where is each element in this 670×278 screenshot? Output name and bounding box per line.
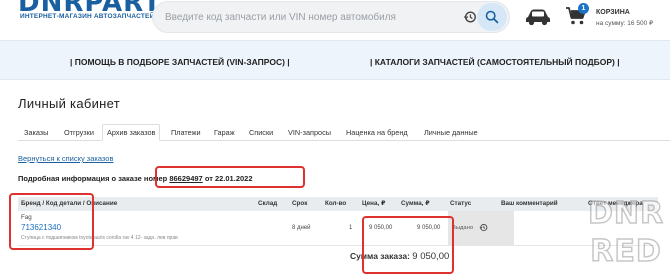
col-status: Статус — [450, 200, 472, 207]
tab-personal-data[interactable]: Личные данные — [424, 124, 478, 141]
row-term: 8 дней — [292, 225, 311, 231]
row-status-text: Выдано — [452, 225, 474, 231]
highlight-order-number — [155, 166, 305, 188]
highlight-price-total — [362, 216, 454, 274]
highlight-part-code — [9, 193, 94, 250]
search-icon — [485, 10, 499, 24]
col-price: Цена, ₽ — [362, 200, 386, 207]
nav-catalogs[interactable]: | КАТАЛОГИ ЗАПЧАСТЕЙ (САМОСТОЯТЕЛЬНЫЙ ПО… — [370, 57, 620, 67]
page-title: Личный кабинет — [18, 96, 121, 111]
col-stock: Склад — [258, 200, 278, 207]
order-info-prefix: Подробная информация о заказе номер — [18, 174, 168, 183]
cart-title[interactable]: КОРЗИНА — [596, 9, 630, 16]
col-sum: Сумма, ₽ — [401, 200, 430, 207]
watermark-line-1: DNR — [587, 195, 665, 232]
status-history-icon[interactable] — [479, 223, 488, 232]
table-header: Бренд / Код детали / Описание Склад Срок… — [18, 197, 658, 211]
watermark-logo: DNR RED — [582, 192, 670, 278]
search-input[interactable] — [165, 2, 455, 32]
back-to-orders-link[interactable]: Вернуться к списку заказов — [18, 154, 113, 163]
tab-brand-markup[interactable]: Наценка на бренд — [346, 124, 408, 141]
tab-garage[interactable]: Гараж — [214, 124, 235, 141]
tab-vin-requests[interactable]: VIN-запросы — [288, 124, 331, 141]
cart-count-badge: 1 — [578, 3, 589, 14]
table-row: Fag 713621340 Ступица с подшипником toyo… — [18, 211, 658, 246]
col-term: Срок — [292, 200, 308, 207]
nav-vin-request[interactable]: | ПОМОЩЬ В ПОДБОРЕ ЗАПЧАСТЕЙ (VIN-ЗАПРОС… — [70, 57, 290, 67]
row-qty: 1 — [349, 225, 353, 231]
account-tabs: Заказы Отгрузки Архив заказов Платежи Га… — [18, 124, 670, 141]
tab-orders-archive[interactable]: Архив заказов — [102, 124, 161, 141]
row-status: Выдано — [448, 211, 514, 246]
logo-subtitle: ИНТЕРНЕТ-МАГАЗИН АВТОЗАПЧАСТЕЙ — [20, 13, 155, 20]
tab-payments[interactable]: Платежи — [171, 124, 201, 141]
col-qty: Кол-во — [325, 200, 347, 207]
header: DNRPART ИНТЕРНЕТ-МАГАЗИН АВТОЗАПЧАСТЕЙ 1… — [0, 0, 670, 40]
watermark-line-2: RED — [590, 233, 662, 270]
history-icon[interactable] — [463, 10, 477, 24]
tab-orders[interactable]: Заказы — [24, 124, 48, 141]
col-comment: Ваш комментарий — [501, 200, 558, 207]
search-bar — [152, 1, 510, 33]
main-nav: | ПОМОЩЬ В ПОДБОРЕ ЗАПЧАСТЕЙ (VIN-ЗАПРОС… — [0, 40, 670, 80]
tab-shipments[interactable]: Отгрузки — [64, 124, 94, 141]
search-button[interactable] — [477, 3, 507, 31]
garage-car-icon[interactable] — [525, 8, 551, 26]
cart-sum: на сумму: 16 500 ₽ — [596, 20, 654, 27]
tab-lists[interactable]: Списки — [249, 124, 273, 141]
